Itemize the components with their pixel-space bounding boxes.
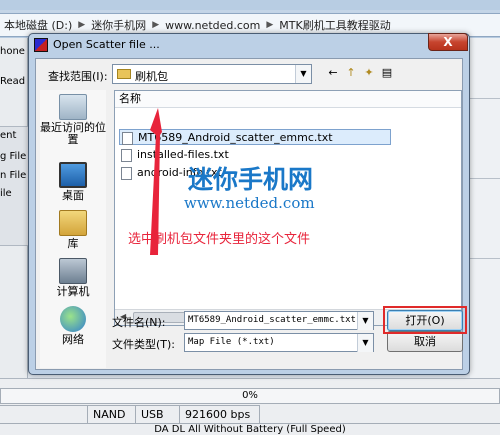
address-crumb[interactable]: 迷你手机网 <box>91 17 146 33</box>
status-baud: 921600 bps <box>180 405 260 423</box>
libraries-icon <box>59 210 87 236</box>
app-icon <box>34 38 48 52</box>
chevron-right-icon: ▶ <box>78 20 86 30</box>
panel-divider <box>470 98 500 99</box>
status-port: USB <box>136 405 180 423</box>
chevron-down-icon[interactable]: ▼ <box>295 65 311 83</box>
address-crumb[interactable]: www.netded.com <box>165 19 260 32</box>
filename-value: MT6589_Android_scatter_emmc.txt <box>188 315 356 325</box>
watermark-url: www.netded.com <box>184 194 315 212</box>
panel-fragment: ile <box>0 188 12 199</box>
look-in-select[interactable]: 刷机包 ▼ <box>112 64 312 84</box>
folder-icon <box>117 69 131 79</box>
column-header-name[interactable]: 名称 <box>115 91 461 108</box>
dialog-titlebar[interactable]: Open Scatter file ... X <box>29 33 469 56</box>
filetype-select[interactable]: Map File (*.txt) ▼ <box>184 333 374 352</box>
place-label: 网络 <box>62 333 84 346</box>
chevron-right-icon: ▶ <box>266 20 274 30</box>
chevron-down-icon[interactable]: ▼ <box>357 312 373 330</box>
status-storage: NAND <box>88 405 136 423</box>
address-crumb[interactable]: MTK刷机工具教程驱动 <box>279 17 390 33</box>
place-label: 计算机 <box>56 285 90 298</box>
text-file-icon <box>121 167 132 180</box>
place-label: 最近访问的位置 <box>40 121 106 146</box>
desktop-icon <box>59 162 87 188</box>
dialog-title: Open Scatter file ... <box>53 38 160 51</box>
panel-band <box>0 126 28 246</box>
explorer-titlebar <box>0 0 500 10</box>
filename-label: 文件名(N): <box>112 316 166 329</box>
computer-icon <box>59 258 87 284</box>
panel-fragment: g File <box>0 151 27 162</box>
place-libraries[interactable]: 库 <box>40 210 106 250</box>
new-folder-icon[interactable]: ✦ <box>361 65 377 81</box>
progress-bar: 0% <box>0 388 500 404</box>
filetype-value: Map File (*.txt) <box>188 337 275 347</box>
network-icon <box>60 306 86 332</box>
panel-fragment: hone F <box>0 46 28 57</box>
text-file-icon <box>121 149 132 162</box>
app-right-panel <box>470 38 500 378</box>
panel-fragment: ent <box>0 130 17 141</box>
panel-divider <box>470 258 500 259</box>
filetype-label: 文件类型(T): <box>112 338 176 351</box>
place-network[interactable]: 网络 <box>40 306 106 346</box>
views-menu-icon[interactable]: ▤ <box>379 65 395 81</box>
status-bar: NAND USB 921600 bps <box>0 405 500 423</box>
look-in-label: 查找范围(I): <box>48 70 108 83</box>
place-label: 库 <box>67 237 79 250</box>
look-in-value: 刷机包 <box>135 70 168 83</box>
file-name: MT6589_Android_scatter_emmc.txt <box>138 131 333 144</box>
watermark-text: 迷你手机网 <box>188 165 314 194</box>
place-recent[interactable]: 最近访问的位置 <box>40 94 106 146</box>
status-mode: DA DL All Without Battery (Full Speed) <box>0 423 500 435</box>
text-file-icon <box>122 132 133 145</box>
place-computer[interactable]: 计算机 <box>40 258 106 298</box>
file-row-selected[interactable]: MT6589_Android_scatter_emmc.txt <box>119 129 391 145</box>
address-crumb[interactable]: 本地磁盘 (D:) <box>4 17 72 33</box>
places-bar: 最近访问的位置 桌面 库 计算机 网络 <box>40 90 106 368</box>
up-folder-icon[interactable]: ↑ <box>343 65 359 81</box>
app-left-panel: hone F Read b ent g File n File ile <box>0 38 28 378</box>
panel-divider <box>470 178 500 179</box>
annotation-text: 选中刷机包文件夹里的这个文件 <box>128 232 311 247</box>
cancel-button[interactable]: 取消 <box>387 331 463 352</box>
recent-places-icon <box>59 94 87 120</box>
open-button-highlight <box>383 306 467 334</box>
chevron-down-icon[interactable]: ▼ <box>357 334 373 352</box>
back-arrow-icon[interactable]: ← <box>325 65 341 81</box>
status-spacer <box>0 405 88 423</box>
filename-input[interactable]: MT6589_Android_scatter_emmc.txt ▼ <box>184 311 374 330</box>
place-label: 桌面 <box>62 189 84 202</box>
panel-fragment: n File <box>0 170 27 181</box>
chevron-right-icon: ▶ <box>152 20 160 30</box>
close-button[interactable]: X <box>428 33 468 51</box>
panel-fragment: Read b <box>0 76 28 87</box>
place-desktop[interactable]: 桌面 <box>40 162 106 202</box>
